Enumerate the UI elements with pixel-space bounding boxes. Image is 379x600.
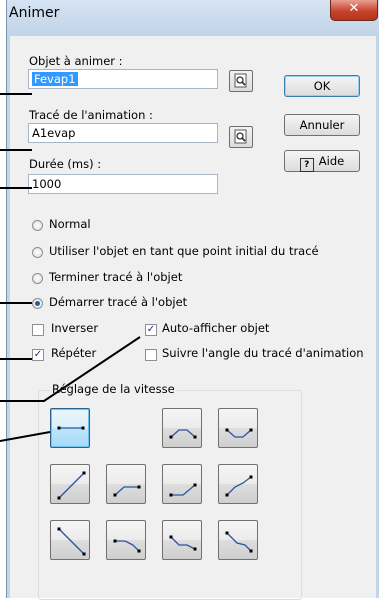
path-input-value: A1evap (32, 126, 76, 140)
speed-preset-button-4[interactable] (50, 464, 90, 504)
cancel-button[interactable]: Annuler (284, 114, 360, 136)
speed-preset-button-2[interactable] (162, 408, 202, 448)
autoshow-checkbox[interactable]: ✓ (145, 324, 157, 336)
browse-path-button[interactable] (229, 126, 253, 148)
radio-end-at-object[interactable] (32, 273, 43, 284)
duration-input[interactable]: 1000 (28, 174, 218, 194)
browse-object-button[interactable] (229, 70, 253, 92)
speed-preset-button-1[interactable] (50, 408, 90, 448)
speed-preset-button-9[interactable] (106, 520, 146, 560)
speed-curve-icon (225, 475, 253, 497)
autoshow-checkbox-label: Auto-afficher objet (162, 321, 270, 335)
duration-label: Durée (ms) : (29, 157, 102, 171)
speed-preset-button-3[interactable] (218, 408, 258, 448)
speed-curve-icon (225, 531, 253, 553)
dialog-title: Animer (9, 5, 60, 21)
speed-curve-icon (113, 539, 141, 553)
speed-curve-icon (113, 485, 141, 497)
radio-object-start-point[interactable] (32, 247, 43, 258)
speed-group-label: Réglage de la vitesse (50, 382, 177, 396)
radio-end-at-object-label: Terminer tracé à l'objet (49, 270, 183, 284)
speed-preset-button-7[interactable] (218, 464, 258, 504)
repeat-checkbox-label: Répéter (51, 346, 97, 360)
magnifier-icon (234, 73, 247, 88)
speed-preset-button-6[interactable] (162, 464, 202, 504)
magnifier-icon (234, 129, 247, 144)
ok-button[interactable]: OK (284, 75, 360, 97)
help-button[interactable]: ? Aide (284, 150, 360, 172)
object-label: Objet à animer : (29, 54, 123, 68)
followangle-checkbox[interactable] (145, 349, 157, 361)
speed-curve-icon (169, 429, 197, 439)
path-input[interactable]: A1evap (28, 123, 218, 143)
dialog-body: Objet à animer : Fevap1 Tracé de l'anima… (10, 36, 376, 600)
radio-normal[interactable] (32, 220, 43, 231)
reverse-checkbox[interactable] (32, 324, 44, 336)
speed-curve-icon (169, 483, 197, 497)
help-button-label: Aide (318, 154, 345, 168)
radio-start-at-object-label: Démarrer tracé à l'objet (49, 295, 188, 309)
speed-preset-button-10[interactable] (162, 520, 202, 560)
speed-curve-icon (57, 426, 85, 430)
close-icon: ✕ (348, 1, 360, 16)
radio-normal-label: Normal (49, 217, 91, 231)
speed-curve-icon (57, 527, 86, 556)
reverse-checkbox-label: Inverser (51, 321, 99, 335)
followangle-checkbox-label: Suivre l'angle du tracé d'animation (162, 346, 364, 360)
object-input[interactable]: Fevap1 (28, 69, 218, 89)
speed-preset-button-5[interactable] (106, 464, 146, 504)
repeat-checkbox[interactable]: ✓ (32, 349, 44, 361)
speed-curve-icon (225, 428, 253, 438)
duration-input-value: 1000 (32, 177, 62, 191)
speed-preset-button-11[interactable] (218, 520, 258, 560)
path-label: Tracé de l'animation : (29, 108, 153, 122)
speed-curve-icon (57, 471, 86, 500)
speed-curve-icon (169, 535, 197, 551)
radio-object-start-point-label: Utiliser l'objet en tant que point initi… (49, 244, 319, 258)
close-button[interactable]: ✕ (330, 0, 378, 21)
dialog-window: Animer ✕ Objet à animer : Fevap1 Tracé d… (6, 0, 379, 600)
speed-preset-button-8[interactable] (50, 520, 90, 560)
help-icon: ? (299, 158, 314, 172)
object-input-value: Fevap1 (32, 72, 78, 86)
title-bar[interactable]: Animer ✕ (7, 0, 379, 36)
radio-start-at-object[interactable] (32, 298, 43, 309)
